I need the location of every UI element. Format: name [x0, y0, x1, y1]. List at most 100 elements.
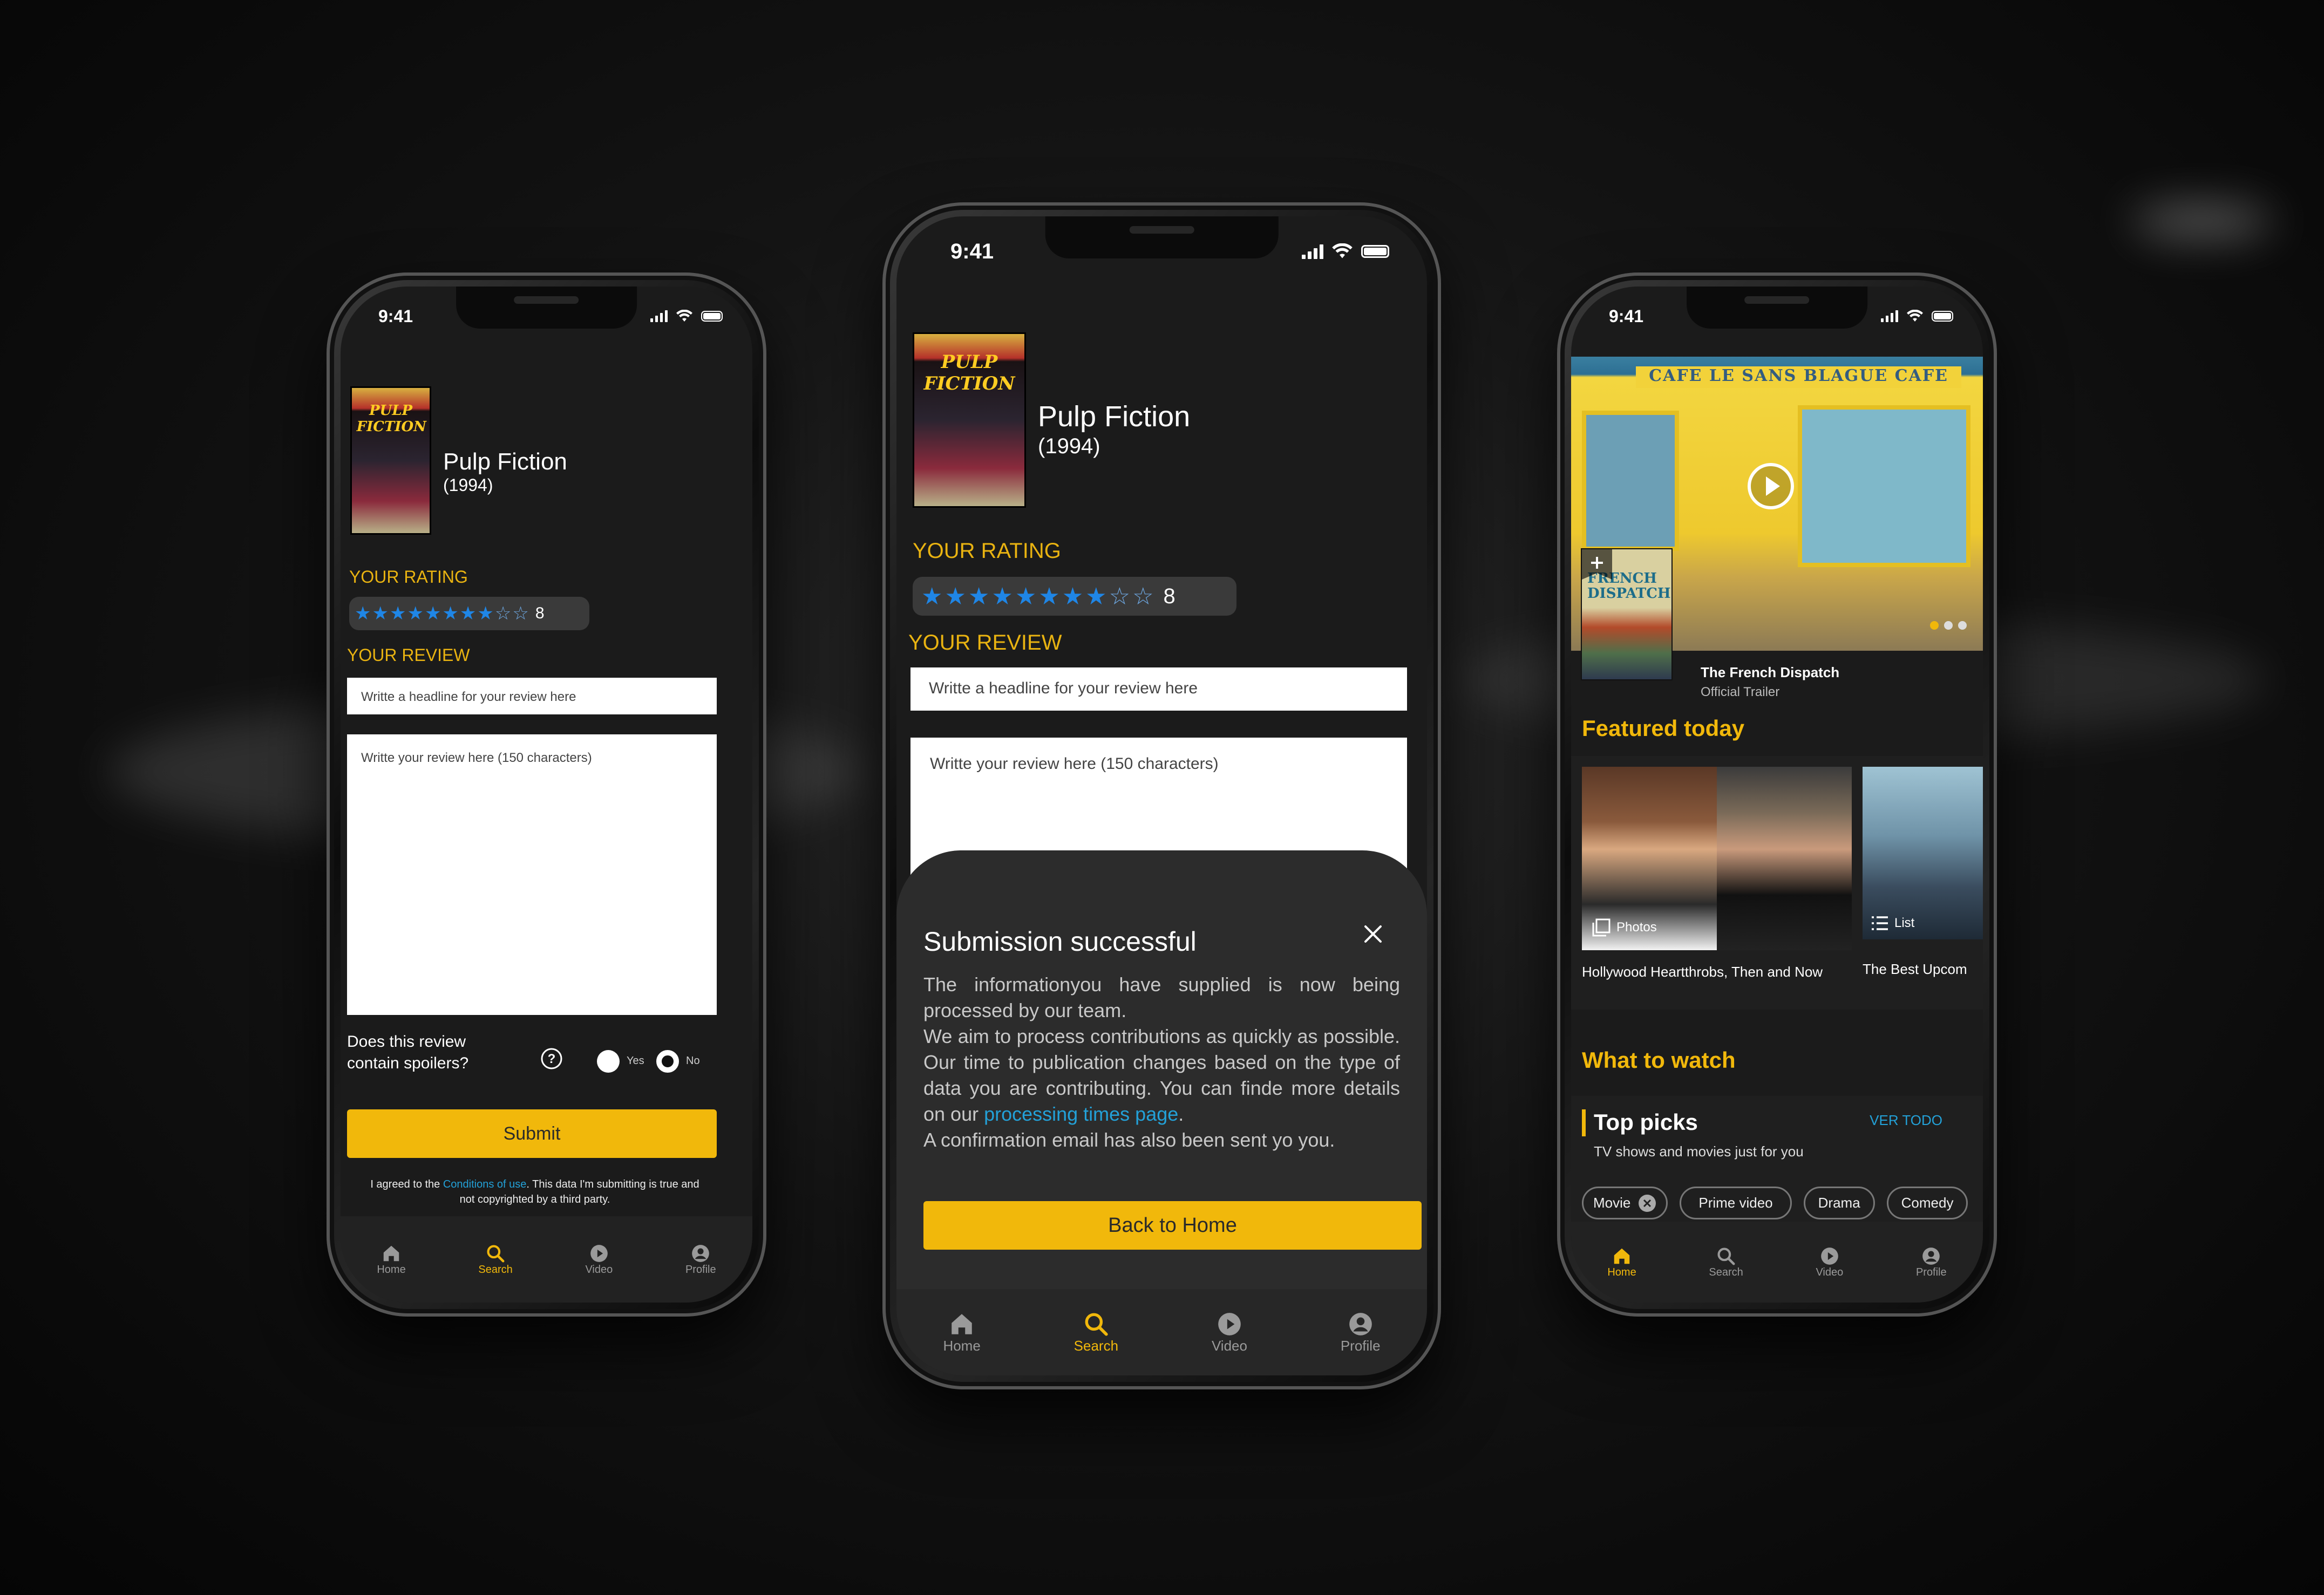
- signal-icon: [650, 310, 668, 322]
- tab-video[interactable]: Video: [1212, 1311, 1247, 1354]
- rating-value: 8: [535, 604, 545, 622]
- photos-badge: Photos: [1592, 918, 1657, 937]
- star-icon[interactable]: ★: [460, 603, 476, 624]
- tab-profile[interactable]: Profile: [1341, 1311, 1381, 1354]
- spoiler-no-label: No: [686, 1055, 700, 1067]
- what-to-watch-heading: What to watch: [1582, 1047, 1736, 1073]
- profile-icon: [690, 1243, 711, 1264]
- spoiler-yes-label: Yes: [627, 1055, 644, 1067]
- processing-times-link[interactable]: processing times page: [984, 1103, 1178, 1125]
- tab-bar: Home Search Video Profile: [896, 1289, 1427, 1375]
- your-rating-label: YOUR RATING: [913, 539, 1061, 563]
- close-icon[interactable]: [1362, 923, 1384, 945]
- star-icon[interactable]: ★: [921, 583, 942, 610]
- see-all-link[interactable]: VER TODO: [1870, 1112, 1942, 1129]
- tab-search[interactable]: Search: [1709, 1246, 1743, 1279]
- remove-filter-icon[interactable]: [1638, 1194, 1656, 1212]
- play-icon: [589, 1243, 609, 1264]
- status-time: 9:41: [378, 306, 413, 326]
- star-outline-icon[interactable]: ☆: [1132, 583, 1153, 610]
- spoiler-yes-radio[interactable]: [597, 1050, 620, 1073]
- search-icon: [1716, 1246, 1736, 1266]
- movie-poster: PULP FICTION: [913, 332, 1026, 508]
- play-icon: [1819, 1246, 1840, 1266]
- movie-poster: PULP FICTION: [350, 386, 431, 535]
- rating-stars[interactable]: ★ ★ ★ ★ ★ ★ ★ ★ ☆ ☆ 8: [349, 597, 589, 630]
- home-icon: [381, 1243, 402, 1264]
- wifi-icon: [1907, 310, 1923, 322]
- star-icon[interactable]: ★: [1062, 583, 1083, 610]
- chip-movie[interactable]: Movie: [1582, 1187, 1668, 1219]
- chip-prime-video[interactable]: Prime video: [1680, 1187, 1792, 1219]
- card-photo: [1717, 767, 1852, 950]
- tab-search[interactable]: Search: [478, 1243, 513, 1276]
- card-caption: The Best Upcom: [1863, 961, 1967, 977]
- spoiler-no-radio[interactable]: [656, 1050, 679, 1073]
- signal-icon: [1302, 244, 1323, 259]
- star-icon[interactable]: ★: [425, 603, 441, 624]
- center-phone-screen: 9:41 PULP FICTION Pulp Fiction (1994) YO…: [896, 216, 1427, 1375]
- star-icon[interactable]: ★: [1038, 583, 1059, 610]
- star-icon[interactable]: ★: [372, 603, 388, 624]
- submit-button[interactable]: Submit: [347, 1109, 717, 1158]
- star-icon[interactable]: ★: [355, 603, 371, 624]
- tab-search[interactable]: Search: [1074, 1311, 1118, 1354]
- battery-icon: [1361, 245, 1389, 258]
- play-trailer-icon[interactable]: [1747, 462, 1795, 510]
- star-icon[interactable]: ★: [477, 603, 493, 624]
- terms-text: I agreed to the Conditions of use. This …: [370, 1178, 699, 1205]
- headline-input[interactable]: Writte a headline for your review here: [910, 667, 1407, 711]
- search-icon: [1083, 1311, 1110, 1338]
- hero-sign: CAFE LE SANS BLAGUE CAFE: [1636, 366, 1961, 388]
- star-icon[interactable]: ★: [991, 583, 1012, 610]
- headline-input[interactable]: Writte a headline for your review here: [347, 678, 717, 714]
- rating-value: 8: [1163, 584, 1175, 608]
- carousel-dots[interactable]: [1930, 621, 1967, 630]
- tab-video[interactable]: Video: [1816, 1246, 1843, 1279]
- tab-home[interactable]: Home: [1607, 1246, 1636, 1279]
- back-to-home-button[interactable]: Back to Home: [923, 1201, 1422, 1250]
- review-textarea[interactable]: Writte your review here (150 characters): [347, 734, 717, 1015]
- status-bar: 9:41: [1571, 297, 1983, 335]
- tab-profile[interactable]: Profile: [1916, 1246, 1947, 1279]
- add-watchlist-icon[interactable]: [1582, 549, 1612, 580]
- star-icon[interactable]: ★: [442, 603, 458, 624]
- hero-window: [1798, 405, 1970, 567]
- card-caption: Hollywood Heartthrobs, Then and Now: [1582, 964, 1823, 980]
- chip-comedy[interactable]: Comedy: [1886, 1187, 1968, 1219]
- card-photo: [1863, 767, 1983, 939]
- tab-home[interactable]: Home: [377, 1243, 406, 1276]
- tab-video[interactable]: Video: [585, 1243, 613, 1276]
- left-phone-screen: 9:41 PULP FICTION Pulp Fiction (1994) YO…: [341, 287, 752, 1303]
- profile-icon: [1921, 1246, 1941, 1266]
- profile-icon: [1347, 1311, 1374, 1338]
- star-outline-icon[interactable]: ☆: [512, 603, 528, 624]
- star-icon[interactable]: ★: [407, 603, 423, 624]
- star-outline-icon[interactable]: ☆: [1109, 583, 1130, 610]
- star-icon[interactable]: ★: [968, 583, 989, 610]
- chip-drama[interactable]: Drama: [1803, 1187, 1875, 1219]
- status-time: 9:41: [1609, 306, 1644, 326]
- help-icon[interactable]: ?: [540, 1047, 563, 1070]
- background-streak: [2132, 205, 2272, 237]
- star-icon[interactable]: ★: [390, 603, 406, 624]
- featured-today-heading: Featured today: [1582, 715, 1745, 741]
- photos-icon: [1592, 918, 1611, 937]
- conditions-link[interactable]: Conditions of use: [443, 1178, 527, 1190]
- list-badge: List: [1871, 915, 1914, 931]
- tab-profile[interactable]: Profile: [685, 1243, 716, 1276]
- tab-home[interactable]: Home: [943, 1311, 981, 1354]
- movie-year: (1994): [443, 475, 493, 495]
- right-phone-screen: 9:41 CAFE LE SANS BLAGUE CAFE FRENCH DIS…: [1571, 287, 1983, 1303]
- rating-stars[interactable]: ★ ★ ★ ★ ★ ★ ★ ★ ☆ ☆ 8: [913, 577, 1236, 616]
- spoiler-question: Does this review contain spoilers?: [347, 1033, 469, 1072]
- star-icon[interactable]: ★: [944, 583, 966, 610]
- star-icon[interactable]: ★: [1015, 583, 1036, 610]
- modal-title: Submission successful: [923, 926, 1197, 957]
- star-outline-icon[interactable]: ☆: [495, 603, 511, 624]
- featured-card[interactable]: Photos List Hollywood Heartthrobs, Then …: [1571, 756, 1983, 1010]
- tab-bar: Home Search Video Profile: [1571, 1222, 1983, 1303]
- status-bar: 9:41: [896, 233, 1427, 270]
- star-icon[interactable]: ★: [1085, 583, 1106, 610]
- svg-text:?: ?: [548, 1052, 556, 1066]
